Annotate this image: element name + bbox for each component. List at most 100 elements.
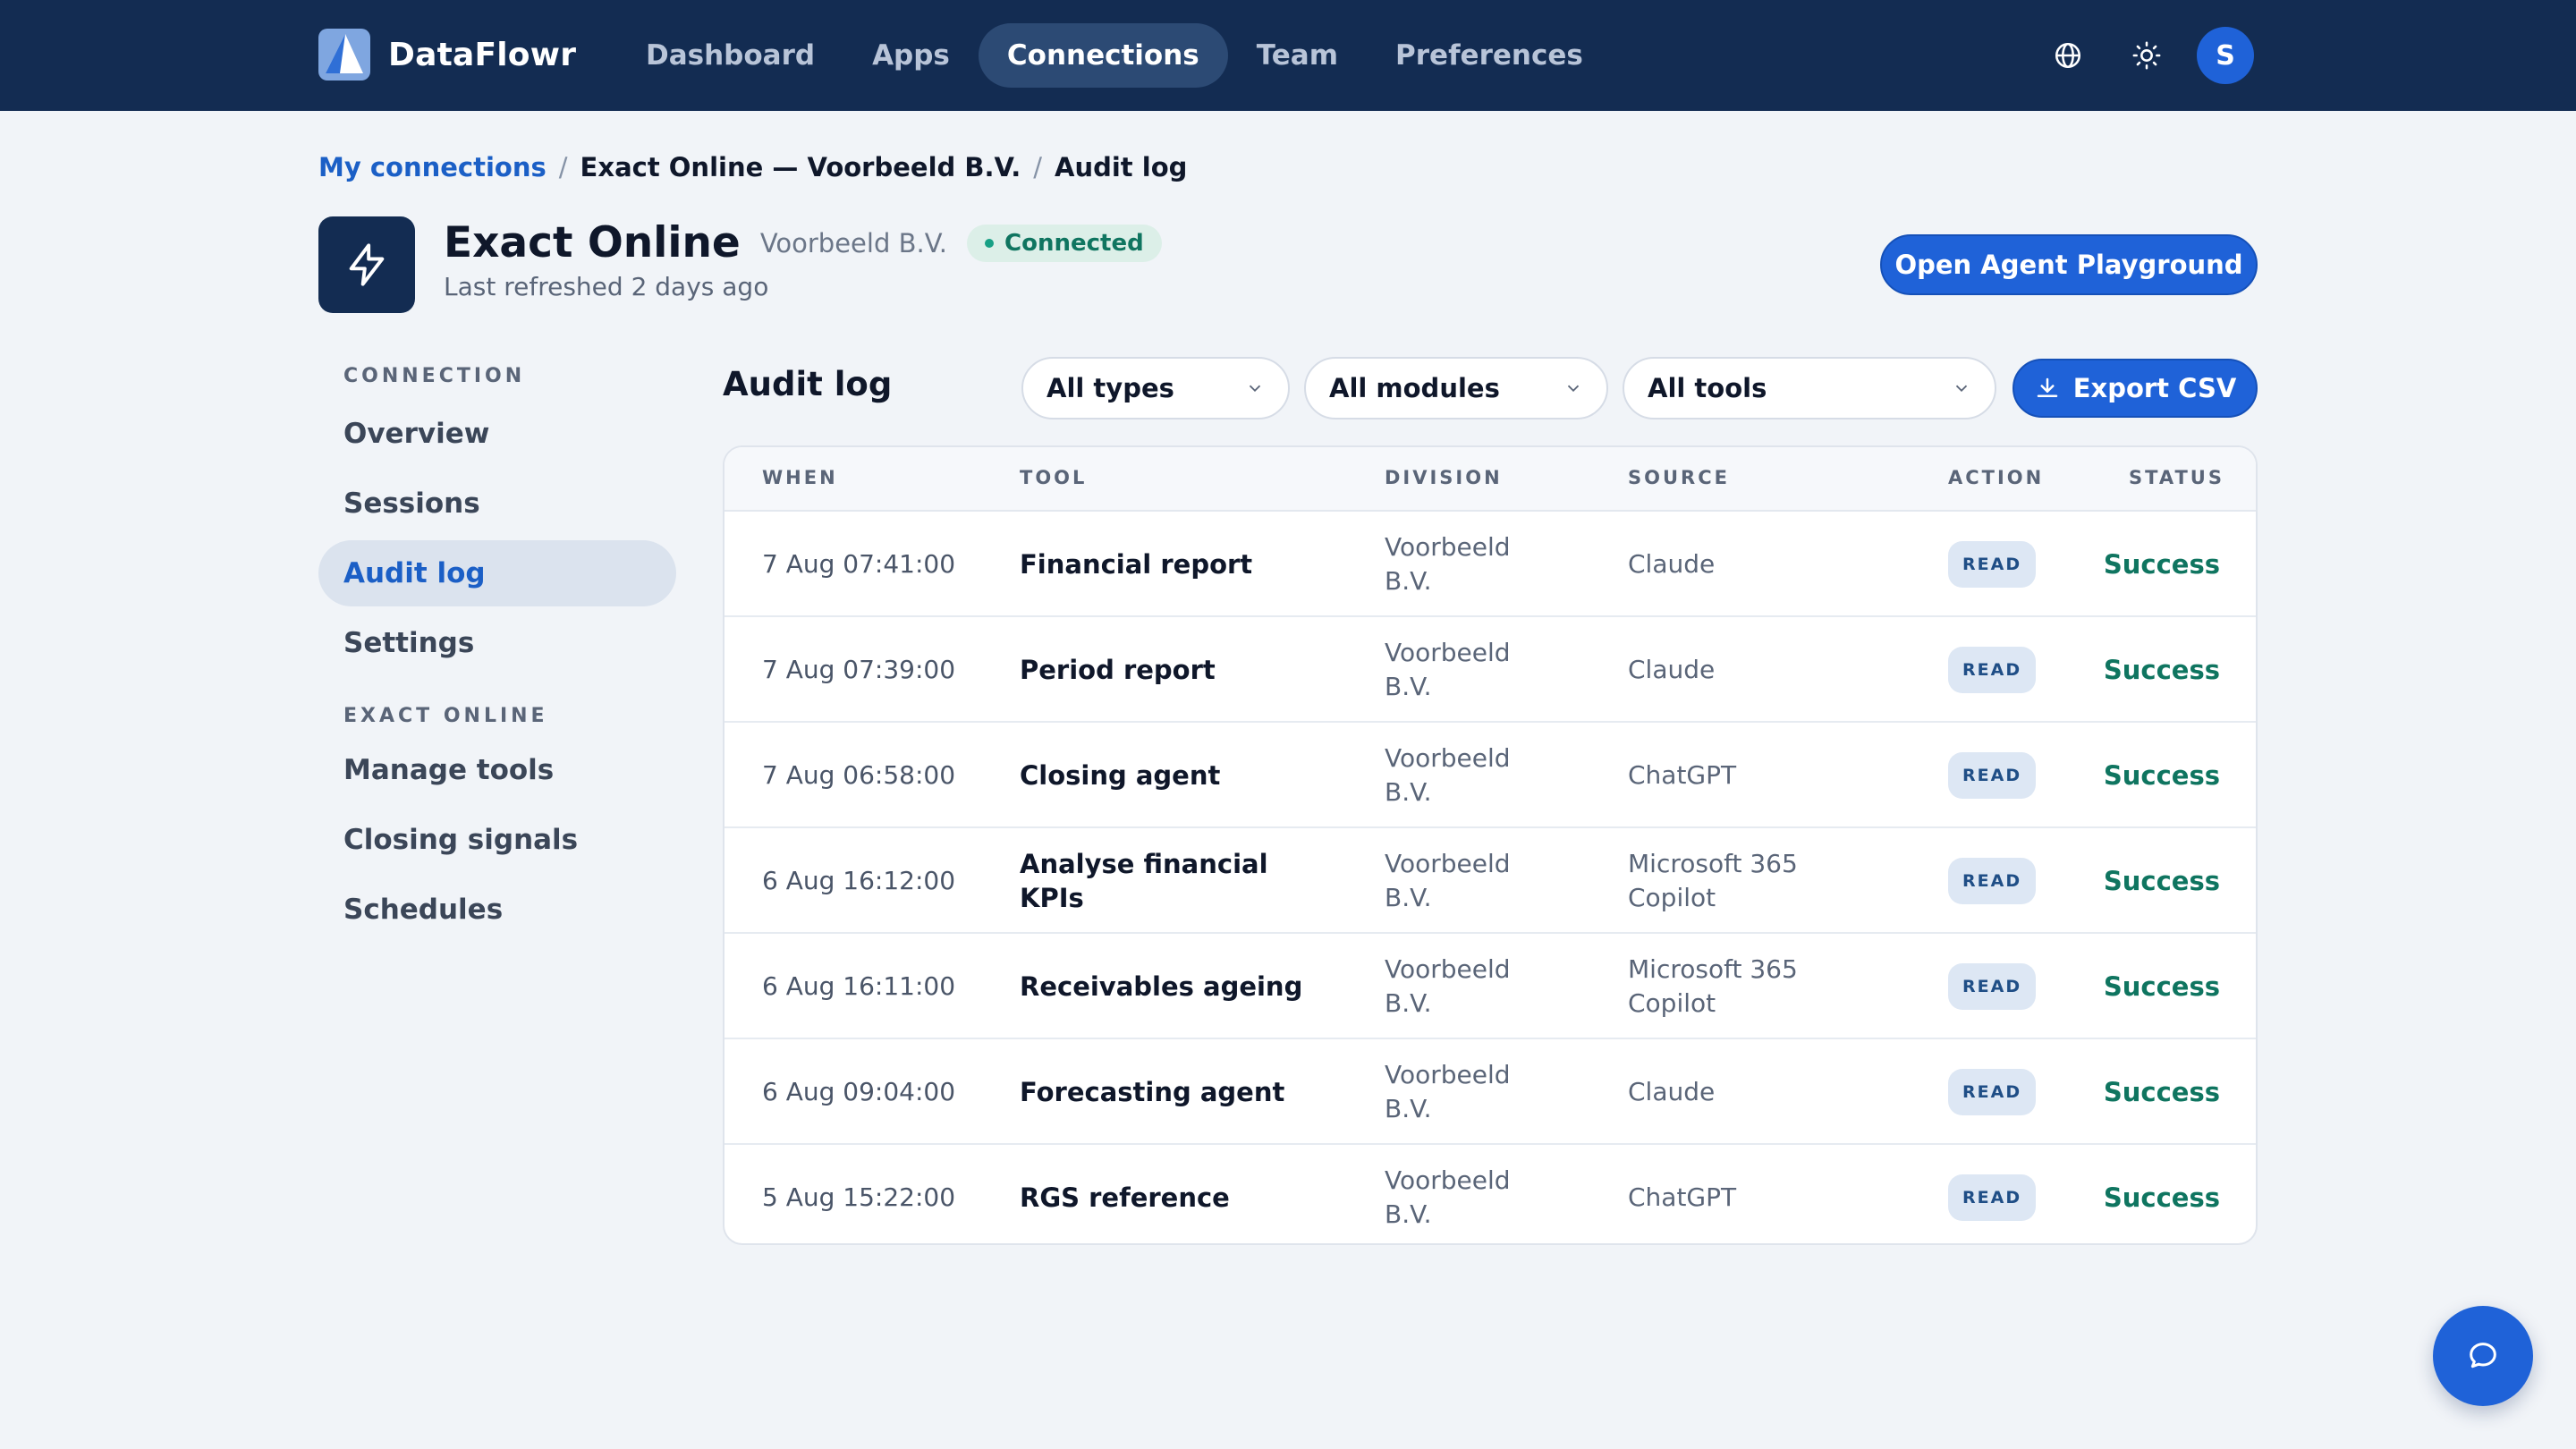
nav-preferences[interactable]: Preferences (1367, 23, 1612, 88)
connection-org: Voorbeeld B.V. (759, 227, 948, 258)
table-row[interactable]: 6 Aug 09:04:00 Forecasting agent Voorbee… (724, 1039, 2256, 1145)
cell-status: Success (2103, 655, 2220, 685)
cell-status: Success (2103, 866, 2220, 896)
table-row[interactable]: 7 Aug 07:39:00 Period report Voorbeeld B… (724, 617, 2256, 723)
cell-source: Claude (1628, 655, 1716, 684)
cell-status: Success (2103, 760, 2220, 791)
main-nav: Dashboard Apps Connections Team Preferen… (617, 23, 1612, 88)
sidebar-item-overview[interactable]: Overview (318, 401, 676, 467)
cell-division: Voorbeeld B.V. (1385, 849, 1511, 912)
cell-tool: Receivables ageing (1020, 971, 1303, 1002)
cell-action: READ (1948, 617, 2037, 723)
connection-title-row: Exact Online Voorbeeld B.V. Connected (444, 218, 1162, 267)
cell-source: Claude (1628, 1077, 1716, 1106)
column-header-division[interactable]: DIVISION (1385, 467, 1503, 488)
column-header-when[interactable]: WHEN (762, 467, 838, 488)
connection-name: Exact Online (444, 218, 741, 267)
nav-team[interactable]: Team (1228, 23, 1367, 88)
column-header-tool[interactable]: TOOL (1020, 467, 1087, 488)
column-header-status[interactable]: STATUS (2129, 467, 2224, 488)
filter-modules-select[interactable]: All modules (1304, 357, 1608, 419)
action-badge: READ (1948, 541, 2037, 588)
cell-division: Voorbeeld B.V. (1385, 1165, 1511, 1229)
cell-division: Voorbeeld B.V. (1385, 532, 1511, 596)
table-row[interactable]: 6 Aug 16:12:00 Analyse financial KPIs Vo… (724, 828, 2256, 934)
column-header-action[interactable]: ACTION (1948, 467, 2044, 488)
table-row[interactable]: 6 Aug 16:11:00 Receivables ageing Voorbe… (724, 934, 2256, 1039)
chevron-down-icon (1955, 385, 1968, 393)
chat-button[interactable] (2433, 1306, 2533, 1406)
action-badge: READ (1948, 647, 2037, 693)
nav-dashboard[interactable]: Dashboard (617, 23, 843, 88)
cell-action: READ (1948, 1145, 2037, 1243)
cell-tool: Financial report (1020, 549, 1253, 580)
action-badge: READ (1948, 858, 2037, 904)
export-csv-label: Export CSV (2072, 373, 2237, 403)
audit-log-title: Audit log (723, 365, 893, 403)
cell-tool: RGS reference (1020, 1182, 1230, 1213)
action-badge: READ (1948, 1069, 2037, 1115)
breadcrumb: My connections / Exact Online — Voorbeel… (318, 152, 1187, 182)
column-header-source[interactable]: SOURCE (1628, 467, 1730, 488)
nav-apps[interactable]: Apps (843, 23, 979, 88)
export-csv-button[interactable]: Export CSV (2012, 359, 2258, 418)
cell-action: READ (1948, 723, 2037, 828)
breadcrumb-connection[interactable]: Exact Online — Voorbeeld B.V. (580, 152, 1021, 182)
cell-when: 7 Aug 06:58:00 (762, 760, 956, 790)
open-agent-playground-button[interactable]: Open Agent Playground (1880, 234, 2258, 295)
filter-types-value: All types (1046, 373, 1174, 403)
cell-action: READ (1948, 828, 2037, 934)
brand-name: DataFlowr (388, 36, 577, 73)
brand[interactable]: DataFlowr (318, 29, 576, 80)
sidebar-item-audit-log[interactable]: Audit log (318, 540, 676, 606)
sun-icon[interactable] (2125, 34, 2168, 77)
audit-log-table: WHEN TOOL DIVISION SOURCE ACTION STATUS … (723, 445, 2258, 1245)
cell-when: 7 Aug 07:41:00 (762, 549, 956, 579)
cell-when: 6 Aug 16:11:00 (762, 971, 956, 1001)
filter-tools-value: All tools (1648, 373, 1767, 403)
cell-action: READ (1948, 934, 2037, 1039)
filter-types-select[interactable]: All types (1021, 357, 1290, 419)
dataflowr-logo-icon (318, 29, 370, 80)
sidebar-section-connection: CONNECTION (343, 365, 526, 387)
cell-division: Voorbeeld B.V. (1385, 1060, 1511, 1123)
cell-status: Success (2103, 1077, 2220, 1107)
breadcrumb-current: Audit log (1055, 152, 1188, 182)
table-header: WHEN TOOL DIVISION SOURCE ACTION STATUS (724, 447, 2256, 512)
cell-source: ChatGPT (1628, 760, 1737, 790)
cell-division: Voorbeeld B.V. (1385, 638, 1511, 701)
filter-modules-value: All modules (1329, 373, 1500, 403)
cell-tool: Period report (1020, 655, 1216, 685)
sidebar-item-manage-tools[interactable]: Manage tools (318, 737, 676, 803)
cell-division: Voorbeeld B.V. (1385, 743, 1511, 807)
lightning-icon (318, 216, 415, 313)
chevron-down-icon (1567, 385, 1580, 393)
action-badge: READ (1948, 1174, 2037, 1221)
table-row[interactable]: 7 Aug 06:58:00 Closing agent Voorbeeld B… (724, 723, 2256, 828)
cell-when: 6 Aug 09:04:00 (762, 1077, 956, 1106)
status-dot-icon (985, 238, 995, 248)
cell-source: ChatGPT (1628, 1182, 1737, 1212)
sidebar-item-sessions[interactable]: Sessions (318, 470, 676, 537)
sidebar-section-exact-online: EXACT ONLINE (343, 705, 548, 727)
nav-connections[interactable]: Connections (978, 23, 1228, 88)
top-navigation-bar: DataFlowr Dashboard Apps Connections Tea… (0, 0, 2576, 111)
sidebar-item-settings[interactable]: Settings (318, 610, 676, 676)
cell-tool: Analyse financial KPIs (1020, 849, 1268, 913)
globe-icon[interactable] (2046, 34, 2089, 77)
sidebar-item-schedules[interactable]: Schedules (318, 877, 676, 943)
cell-source: Microsoft 365 Copilot (1628, 954, 1798, 1018)
table-row[interactable]: 7 Aug 07:41:00 Financial report Voorbeel… (724, 512, 2256, 617)
cell-when: 7 Aug 07:39:00 (762, 655, 956, 684)
sidebar-item-closing-signals[interactable]: Closing signals (318, 807, 676, 873)
cell-division: Voorbeeld B.V. (1385, 954, 1511, 1018)
cell-status: Success (2103, 971, 2220, 1002)
table-row[interactable]: 5 Aug 15:22:00 RGS reference Voorbeeld B… (724, 1145, 2256, 1243)
avatar[interactable]: S (2197, 27, 2254, 84)
cell-tool: Closing agent (1020, 760, 1221, 791)
breadcrumb-my-connections[interactable]: My connections (318, 152, 547, 182)
filter-tools-select[interactable]: All tools (1623, 357, 1996, 419)
status-badge: Connected (967, 224, 1162, 262)
cell-source: Microsoft 365 Copilot (1628, 849, 1798, 912)
action-badge: READ (1948, 963, 2037, 1010)
